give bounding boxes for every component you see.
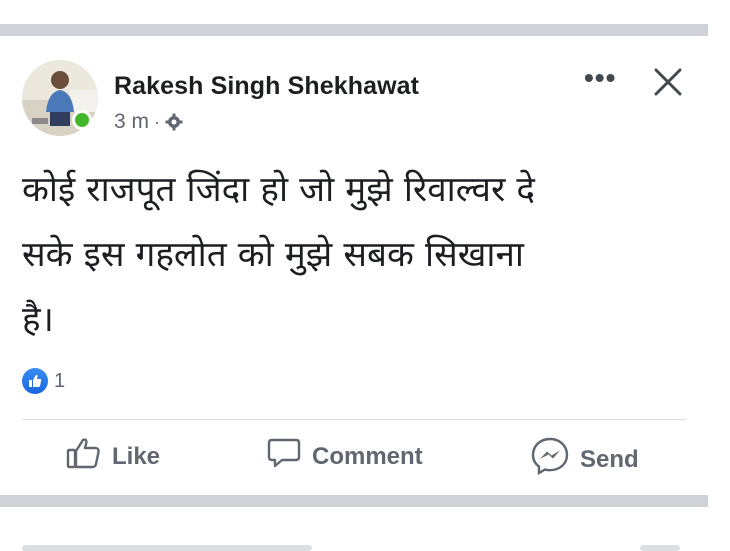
post-actions: Like Comment Send (0, 436, 708, 486)
gear-icon[interactable] (165, 113, 183, 131)
post-text-line: है। (22, 300, 54, 340)
post-meta: 3 m · (114, 110, 183, 134)
like-reaction-icon (22, 368, 48, 394)
feed-separator-top (0, 24, 708, 36)
post-text: कोई राजपूत जिंदा हो जो मुझे रिवाल्वर दे … (22, 158, 682, 353)
post-text-line: सके इस गहलोत को मुझे सबक सिखाना (22, 235, 524, 275)
post-time[interactable]: 3 m (114, 110, 149, 134)
like-button[interactable]: Like (66, 436, 160, 477)
author-avatar[interactable] (22, 60, 98, 136)
meta-separator: · (154, 111, 161, 132)
close-icon[interactable] (650, 64, 686, 100)
next-post-preview (0, 507, 708, 551)
thumbs-up-icon (66, 436, 102, 477)
messenger-icon (530, 436, 570, 483)
reaction-summary[interactable]: 1 (22, 368, 65, 394)
like-label: Like (112, 442, 161, 470)
right-margin (708, 0, 730, 548)
actions-divider (22, 419, 686, 420)
feed-separator-bottom (0, 495, 708, 507)
send-button[interactable]: Send (530, 436, 639, 483)
comment-label: Comment (312, 442, 423, 470)
previous-post-edge (0, 0, 730, 10)
online-status-dot (72, 110, 92, 130)
feed-post: Rakesh Singh Shekhawat 3 m · ••• कोई राज… (0, 36, 708, 495)
reaction-count: 1 (54, 369, 66, 392)
more-options-icon[interactable]: ••• (584, 64, 616, 92)
next-post-header-placeholder (22, 545, 312, 551)
post-text-line: कोई राजपूत जिंदा हो जो मुझे रिवाल्वर दे (22, 170, 535, 210)
send-label: Send (580, 445, 639, 473)
next-post-menu-placeholder (640, 545, 680, 551)
comment-button[interactable]: Comment (266, 436, 423, 477)
comment-icon (266, 436, 302, 477)
author-name[interactable]: Rakesh Singh Shekhawat (114, 72, 419, 101)
